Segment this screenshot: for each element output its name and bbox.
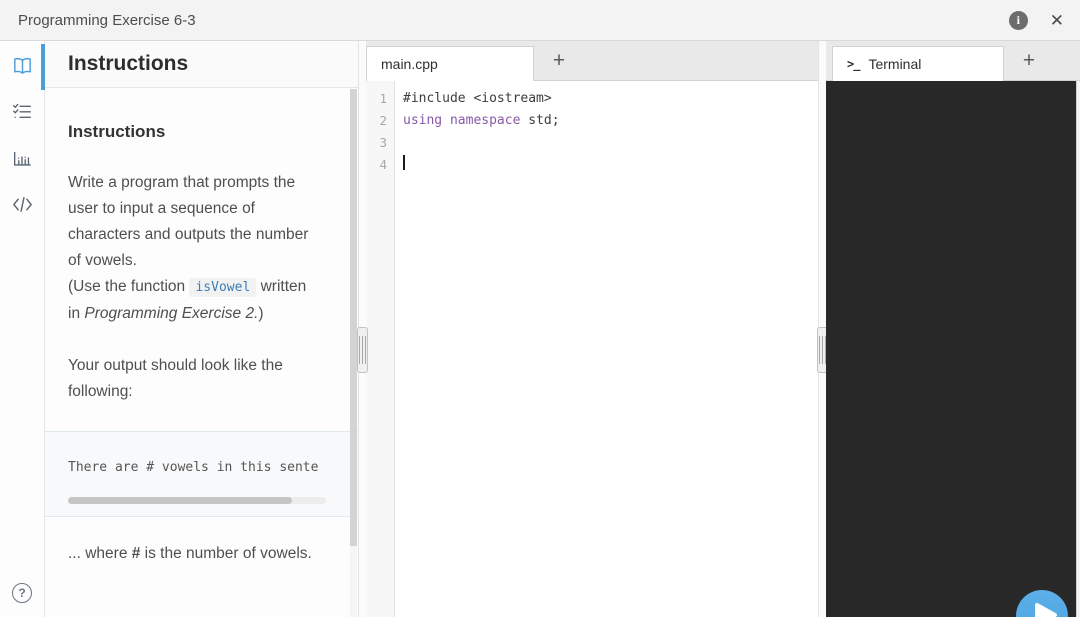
instructions-vertical-scrollbar[interactable] xyxy=(350,89,357,617)
editor-tabbar: main.cpp + xyxy=(366,41,818,81)
tab-main-cpp[interactable]: main.cpp xyxy=(366,46,534,81)
horizontal-scrollbar-thumb[interactable] xyxy=(68,497,293,504)
bar-chart-icon xyxy=(11,147,33,169)
paragraph-text: (Use the function xyxy=(68,278,190,295)
line-number: 3 xyxy=(379,135,387,150)
help-icon[interactable]: ? xyxy=(12,583,32,603)
instructions-paragraph-2: Your output should look like the followi… xyxy=(68,357,283,400)
italic-reference: Programming Exercise 2. xyxy=(84,305,259,322)
add-terminal-tab-button[interactable]: + xyxy=(1010,44,1048,78)
code-icon xyxy=(11,193,34,216)
line-number: 2 xyxy=(379,113,387,128)
window-titlebar: Programming Exercise 6-3 i ✕ xyxy=(0,0,1080,41)
panel-splitter-left[interactable] xyxy=(357,41,368,617)
line-number: 4 xyxy=(379,157,387,172)
editor-panel: main.cpp + 1 #include <iostream> 2 using na… xyxy=(366,41,818,617)
instructions-panel: Instructions Instructions Write a progra… xyxy=(45,41,358,617)
window-title: Programming Exercise 6-3 xyxy=(18,11,196,29)
tab-label: main.cpp xyxy=(381,56,438,72)
info-icon[interactable]: i xyxy=(1008,10,1028,30)
terminal-panel: >_ Terminal + xyxy=(826,41,1080,617)
panel-splitter-right[interactable] xyxy=(817,41,828,617)
grip-lines-icon xyxy=(362,336,363,364)
terminal-screen[interactable] xyxy=(826,81,1080,617)
checklist-icon xyxy=(11,101,33,123)
instructions-content[interactable]: Instructions Write a program that prompt… xyxy=(45,88,358,617)
instructions-paragraph-3: ... where # is the number of vowels. xyxy=(68,541,322,567)
code-text: using namespace std; xyxy=(403,113,560,128)
paragraph-text: is the number of vowels. xyxy=(140,545,312,562)
example-horizontal-scrollbar[interactable] xyxy=(68,497,326,504)
code-text: #include <iostream> xyxy=(403,91,552,106)
instructions-panel-header: Instructions xyxy=(45,41,358,88)
close-icon[interactable]: ✕ xyxy=(1050,12,1064,29)
panel-title: Instructions xyxy=(68,52,189,75)
paragraph-text: Write a program that prompts the user to… xyxy=(68,174,309,269)
line-number: 1 xyxy=(379,91,387,106)
paragraph-text: ) xyxy=(258,305,264,322)
code-reference-chip: isVowel xyxy=(189,278,257,297)
terminal-tabbar: >_ Terminal + xyxy=(826,41,1080,81)
section-title: Instructions xyxy=(68,122,166,141)
text-cursor xyxy=(403,155,405,170)
code-line[interactable]: 3 xyxy=(366,132,818,154)
tab-label: Terminal xyxy=(868,56,922,72)
code-text xyxy=(394,154,405,176)
sidebar-item-code[interactable] xyxy=(0,181,45,227)
main-content: ? Instructions Instructions Write a prog… xyxy=(0,41,1080,617)
sidebar: ? xyxy=(0,41,45,617)
add-file-tab-button[interactable]: + xyxy=(540,44,578,78)
sidebar-item-statistics[interactable] xyxy=(0,135,45,181)
programming-exercise-window: Programming Exercise 6-3 i ✕ ? Instructi… xyxy=(0,0,1080,617)
splitter-handle[interactable] xyxy=(357,327,368,373)
example-output-text: There are # vowels in this sente xyxy=(68,460,319,475)
code-line[interactable]: 4 xyxy=(366,154,818,176)
play-icon xyxy=(1016,589,1068,617)
code-line[interactable]: 1 #include <iostream> xyxy=(366,88,818,110)
titlebar-actions: i ✕ xyxy=(1008,10,1064,30)
terminal-prompt-icon: >_ xyxy=(847,57,860,71)
code-lines: 1 #include <iostream> 2 using namespace std… xyxy=(366,88,818,176)
run-button[interactable] xyxy=(1016,590,1068,617)
terminal-scrollbar[interactable] xyxy=(1076,81,1080,617)
tab-terminal[interactable]: >_ Terminal xyxy=(832,46,1004,81)
open-book-icon xyxy=(11,55,34,78)
grip-lines-icon xyxy=(822,336,823,364)
vertical-scrollbar-thumb[interactable] xyxy=(350,89,357,546)
sidebar-item-checklist[interactable] xyxy=(0,89,45,135)
instructions-paragraph-1: Write a program that prompts the user to… xyxy=(68,170,322,327)
paragraph-text: ... where xyxy=(68,545,132,562)
code-editor[interactable]: 1 #include <iostream> 2 using namespace std… xyxy=(366,81,818,617)
example-output-block: There are # vowels in this sente xyxy=(45,431,358,517)
code-line[interactable]: 2 using namespace std; xyxy=(366,110,818,132)
sidebar-item-instructions[interactable] xyxy=(0,43,45,90)
